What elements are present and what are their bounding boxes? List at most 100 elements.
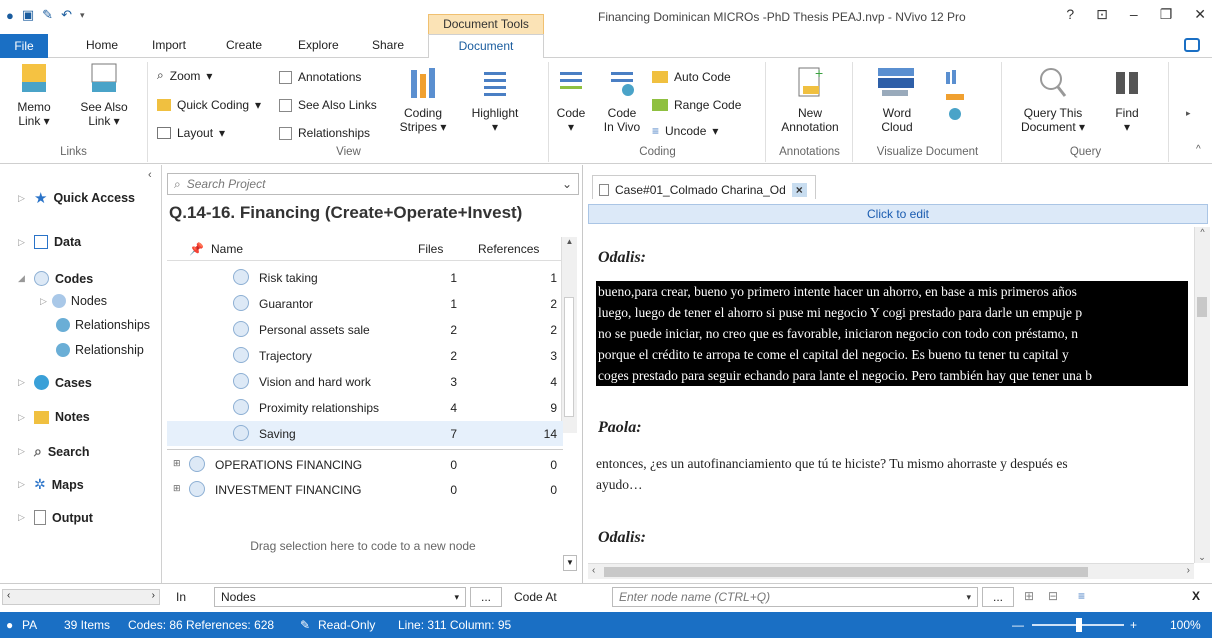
table-row[interactable]: ⊞ INVESTMENT FINANCING 0 0 [167, 477, 563, 502]
scroll-up-icon[interactable]: ^ [1195, 227, 1210, 237]
tab-document[interactable]: Document [428, 34, 544, 59]
document-tab[interactable]: Case#01_Colmado Charina_Od × [592, 175, 816, 199]
close-icon[interactable]: ✕ [1194, 6, 1206, 23]
table-row[interactable]: Proximity relationships 4 9 [167, 395, 563, 420]
nav-data[interactable]: ▷ Data [18, 235, 81, 249]
close-coding-bar-button[interactable]: X [1192, 589, 1200, 603]
code-selection-icon[interactable]: ⊞ [1024, 589, 1034, 603]
close-tab-icon[interactable]: × [791, 182, 807, 197]
chart-document-button[interactable] [936, 66, 976, 130]
node-name-input[interactable]: Enter node name (CTRL+Q) ▾ [612, 587, 978, 607]
comment-icon[interactable] [1184, 38, 1200, 52]
tab-create[interactable]: Create [226, 38, 262, 52]
table-row[interactable]: ⊞ OPERATIONS FINANCING 0 0 [167, 452, 563, 477]
find-button[interactable]: Find ▾ [1107, 64, 1147, 134]
scroll-up-icon[interactable]: ▲ [562, 237, 577, 246]
minimize-icon[interactable]: – [1130, 6, 1138, 23]
collapse-nav-icon[interactable]: ‹ [148, 169, 152, 181]
header-name[interactable]: Name [211, 242, 243, 256]
tab-explore[interactable]: Explore [298, 38, 339, 52]
chevron-down-icon[interactable]: ⌄ [562, 177, 572, 191]
zoom-slider-thumb[interactable] [1076, 618, 1082, 632]
expand-plus-icon[interactable]: ⊞ [173, 458, 181, 469]
nav-relationships[interactable]: Relationships [56, 318, 150, 332]
document-content[interactable]: Odalis: bueno,para crear, bueno yo prime… [592, 227, 1192, 563]
browse-node-button[interactable]: ... [982, 587, 1014, 607]
nav-search[interactable]: ▷ ⌕ Search [18, 443, 90, 460]
auto-code-button[interactable]: Auto Code [652, 70, 731, 84]
tab-home[interactable]: Home [86, 38, 118, 52]
new-annotation-button[interactable]: + New Annotation [773, 64, 847, 134]
table-row[interactable]: Guarantor 1 2 [167, 291, 563, 316]
nav-output[interactable]: ▷ Output [18, 510, 93, 525]
nav-quick-access[interactable]: ▷ ★ Quick Access [18, 189, 135, 207]
see-also-links-check[interactable] [279, 98, 292, 112]
list-scrollbar[interactable]: ▲ [561, 237, 577, 433]
see-also-links-checkbox[interactable]: See Also Links [279, 98, 377, 112]
scroll-left-icon[interactable]: ‹ [7, 590, 10, 601]
uncode-selection-icon[interactable]: ⊟ [1048, 589, 1058, 603]
scroll-down-icon[interactable]: ⌄ [1195, 552, 1209, 563]
layout-button[interactable]: Layout ▾ [157, 126, 225, 140]
header-references[interactable]: References [478, 242, 539, 256]
table-row-selected[interactable]: Saving 7 14 [167, 421, 563, 446]
nav-hscrollbar[interactable]: ‹ › [2, 589, 160, 605]
help-icon[interactable]: ? [1066, 6, 1074, 23]
table-row[interactable]: Trajectory 2 3 [167, 343, 563, 368]
hscroll-thumb[interactable] [604, 567, 1088, 577]
scroll-right-icon[interactable]: › [152, 590, 155, 601]
code-in-vivo-small-icon[interactable]: ≡ [1078, 589, 1085, 603]
word-cloud-button[interactable]: Word Cloud [862, 64, 932, 134]
click-to-edit-bar[interactable]: Click to edit [588, 204, 1208, 224]
expand-plus-icon[interactable]: ⊞ [173, 483, 181, 494]
ribbon-display-icon[interactable]: ⊡ [1096, 6, 1108, 23]
uncode-button[interactable]: ≡ Uncode ▾ [652, 124, 718, 138]
nav-cases[interactable]: ▷ Cases [18, 375, 92, 390]
nav-maps[interactable]: ▷ ✲ Maps [18, 476, 84, 493]
relationships-checkbox[interactable]: Relationships [279, 126, 370, 140]
save-icon[interactable]: ▣ [22, 7, 34, 23]
document-scrollbar[interactable]: ^ ⌄ [1194, 227, 1210, 563]
annotations-check[interactable] [279, 70, 292, 84]
zoom-button[interactable]: ⌕ Zoom ▾ [157, 68, 212, 83]
undo-icon[interactable]: ↶ [61, 7, 72, 23]
horizontal-scrollbar[interactable]: ‹ › [588, 563, 1194, 579]
range-code-button[interactable]: Range Code [652, 98, 741, 112]
code-button[interactable]: Code ▾ [552, 66, 590, 134]
zoom-in-icon[interactable]: + [1130, 618, 1137, 632]
browse-button[interactable]: ... [470, 587, 502, 607]
scroll-down-icon[interactable]: ▼ [563, 555, 577, 571]
table-row[interactable]: Personal assets sale 2 2 [167, 317, 563, 342]
scroll-right-icon[interactable]: › [1187, 565, 1190, 576]
tab-file[interactable]: File [0, 34, 48, 58]
header-files[interactable]: Files [418, 242, 443, 256]
table-row[interactable]: Vision and hard work 3 4 [167, 369, 563, 394]
highlight-button[interactable]: Highlight ▾ [465, 66, 525, 134]
annotations-checkbox[interactable]: Annotations [279, 70, 361, 84]
nav-codes[interactable]: ◢ Codes [18, 271, 93, 286]
tab-import[interactable]: Import [152, 38, 186, 52]
in-select[interactable]: Nodes ▾ [214, 587, 466, 607]
code-in-vivo-button[interactable]: Code In Vivo [600, 66, 644, 134]
table-row[interactable]: Risk taking 1 1 [167, 265, 563, 290]
relationships-check[interactable] [279, 126, 292, 140]
ribbon-scroll-right-icon[interactable]: ▸ [1186, 108, 1191, 119]
nav-relationship[interactable]: Relationship [56, 343, 144, 357]
see-also-link-button[interactable]: See Also Link ▾ [74, 62, 134, 128]
scroll-thumb[interactable] [564, 297, 574, 417]
memo-link-button[interactable]: Memo Link ▾ [12, 62, 56, 128]
query-this-document-button[interactable]: Query This Document ▾ [1013, 64, 1093, 134]
edit-icon[interactable]: ✎ [42, 7, 53, 23]
scroll-left-icon[interactable]: ‹ [592, 565, 595, 576]
collapse-ribbon-icon[interactable]: ^ [1196, 144, 1201, 155]
zoom-slider[interactable] [1032, 618, 1124, 632]
tab-share[interactable]: Share [372, 38, 404, 52]
chevron-down-icon[interactable]: ▾ [966, 592, 971, 603]
chevron-down-icon[interactable]: ▾ [454, 592, 459, 603]
qat-dropdown-icon[interactable]: ▾ [80, 10, 85, 21]
restore-icon[interactable]: ❐ [1160, 6, 1173, 23]
pin-icon[interactable]: 📌 [189, 242, 204, 256]
coding-stripes-button[interactable]: Coding Stripes ▾ [393, 66, 453, 134]
search-project-input[interactable]: ⌕ Search Project ⌄ [167, 173, 579, 195]
nav-notes[interactable]: ▷ Notes [18, 410, 90, 424]
